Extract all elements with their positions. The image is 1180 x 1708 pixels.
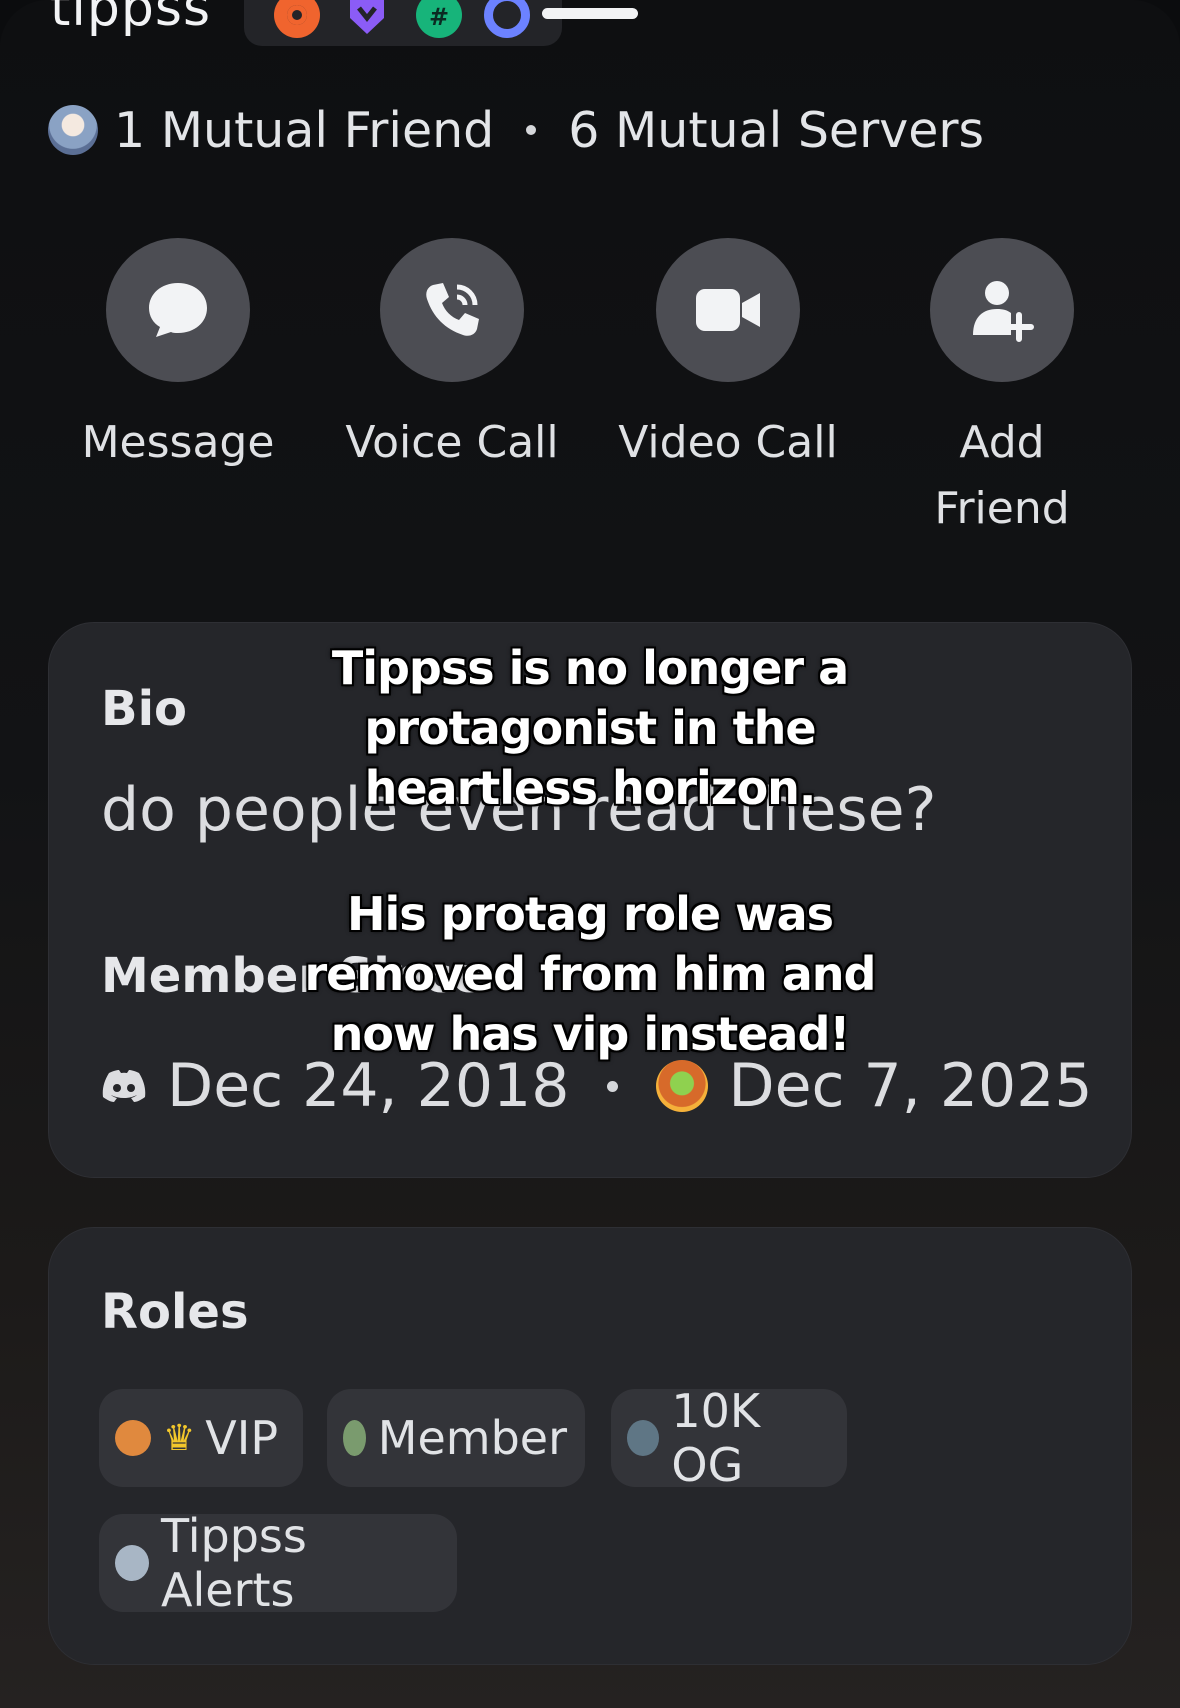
separator-dot [526, 125, 537, 135]
username: tippss [50, 0, 212, 38]
roles-heading: Roles [101, 1284, 249, 1340]
mutual-friend-avatar [48, 105, 98, 155]
server-icon [656, 1060, 709, 1112]
quest-badge-icon[interactable] [484, 0, 530, 38]
role-name: Member [377, 1411, 567, 1465]
caption-overlay-top: Tippss is no longer a protagonist in the… [331, 641, 849, 815]
role-color-dot [343, 1420, 366, 1456]
hypesquad-badge-icon[interactable] [274, 0, 320, 38]
video-call-label: Video Call [618, 417, 838, 468]
drag-handle[interactable] [542, 8, 638, 19]
badge-strip: # [244, 0, 562, 46]
nitro-badge-icon[interactable] [344, 0, 390, 38]
bio-heading: Bio [101, 681, 188, 737]
role-pill-vip[interactable]: ♛ VIP [99, 1389, 303, 1487]
roles-card: Roles ♛ VIP Member 10K OG Tippss Alerts [48, 1227, 1132, 1665]
voice-call-label: Voice Call [345, 417, 559, 468]
server-tag-badge-icon[interactable]: # [416, 0, 462, 38]
phone-icon [380, 238, 524, 382]
video-call-button[interactable]: Video Call [618, 238, 838, 476]
voice-call-button[interactable]: Voice Call [342, 238, 562, 476]
message-button[interactable]: Message [68, 238, 288, 476]
video-camera-icon [656, 238, 800, 382]
add-friend-button[interactable]: Add Friend [892, 238, 1112, 542]
discord-logo-icon [102, 1070, 146, 1102]
crown-icon: ♛ [163, 1417, 196, 1459]
role-pill-tippss-alerts[interactable]: Tippss Alerts [99, 1509, 457, 1617]
role-name: VIP [205, 1411, 279, 1465]
role-color-dot [115, 1420, 151, 1456]
role-name: Tippss Alerts [161, 1509, 307, 1617]
add-friend-icon [930, 238, 1074, 382]
role-pill-member[interactable]: Member [327, 1389, 585, 1487]
add-friend-label: Add Friend [934, 417, 1070, 534]
mutual-servers-label[interactable]: 6 Mutual Servers [568, 102, 984, 159]
mutual-friends-label[interactable]: 1 Mutual Friend [114, 102, 494, 159]
separator-dot [607, 1080, 619, 1092]
profile-sheet: tippss # 1 Mutual Friend 6 Mutual Server… [0, 0, 1180, 1708]
message-label: Message [81, 417, 275, 468]
role-color-dot [627, 1420, 660, 1456]
chat-bubble-icon [106, 238, 250, 382]
caption-overlay-bottom: His protag role was removed from him and… [304, 887, 877, 1061]
mutual-info[interactable]: 1 Mutual Friend 6 Mutual Servers [48, 98, 984, 162]
role-pill-10k-og[interactable]: 10K OG [611, 1384, 847, 1492]
role-name: 10K OG [671, 1384, 761, 1492]
role-color-dot [115, 1545, 150, 1581]
